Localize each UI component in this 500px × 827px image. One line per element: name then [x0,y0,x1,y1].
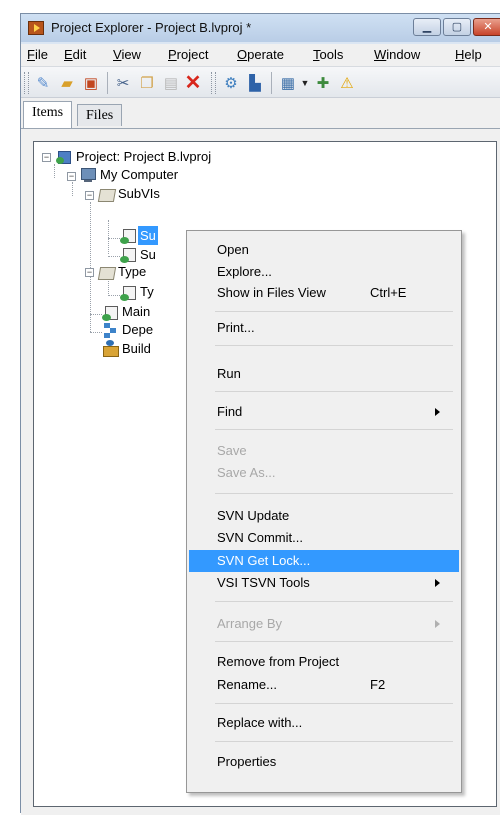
shortcut-f2: F2 [370,677,386,692]
menu-project[interactable]: Project [168,47,208,62]
folder-icon [98,186,114,202]
minimize-button[interactable]: ▁ [413,18,441,36]
menu-item-save-as[interactable]: Save As... [189,462,459,484]
menu-bar: File Edit View Project Operate Tools Win… [21,44,500,67]
menu-separator [215,741,453,742]
submenu-arrow-icon [435,620,440,628]
menu-separator [215,601,453,602]
menu-separator [215,641,453,642]
my-computer-icon [80,167,96,183]
tab-files[interactable]: Files [77,104,123,126]
menu-separator [215,391,453,392]
vi-icon [120,247,136,263]
menu-item-open[interactable]: Open [189,239,459,261]
menu-item-vsi-tsvn-tools[interactable]: VSI TSVN Tools [189,572,459,594]
close-button[interactable]: ✕ [473,18,500,36]
menu-item-show-in-files-view[interactable]: Show in Files View Ctrl+E [189,282,459,304]
copy-icon[interactable]: ❐ [137,73,157,93]
project-icon [56,149,72,165]
menu-item-remove-from-project[interactable]: Remove from Project [189,651,459,673]
menu-item-rename[interactable]: Rename... F2 [189,674,459,696]
menu-separator [215,703,453,704]
menu-file[interactable]: File [27,47,48,62]
window-title: Project Explorer - Project B.lvproj * [51,20,252,35]
menu-tools[interactable]: Tools [313,47,343,62]
menu-separator [215,345,453,346]
menu-item-find[interactable]: Find [189,401,459,423]
menu-operate[interactable]: Operate [237,47,284,62]
tree-connector [108,220,109,254]
shortcut-ctrl-e: Ctrl+E [370,285,407,300]
menu-item-run[interactable]: Run [189,363,459,385]
menu-item-properties[interactable]: Properties [189,751,459,773]
context-menu: Open Explore... Show in Files View Ctrl+… [186,230,462,793]
toolbar-separator-2 [271,72,272,94]
typedef-icon [120,285,136,301]
submenu-arrow-icon [435,579,440,587]
folder-icon [98,264,114,280]
tab-strip: Items Files [21,98,500,128]
toolbar-grip[interactable] [24,72,29,94]
collapse-typedefs-toggle[interactable]: − [85,268,94,277]
menu-separator [215,311,453,312]
menu-item-svn-commit[interactable]: SVN Commit... [189,527,459,549]
menu-item-replace-with[interactable]: Replace with... [189,712,459,734]
minimize-icon: ▁ [422,21,432,33]
add-file-icon[interactable]: ✚ [313,73,333,93]
tree-connector [54,164,55,178]
submenu-arrow-icon [435,408,440,416]
vi-icon [120,228,136,244]
tree-connector [90,314,102,315]
close-icon: ✕ [483,21,493,33]
tree-connector [72,182,73,196]
menu-help[interactable]: Help [455,47,482,62]
cut-icon[interactable]: ✂ [113,73,133,93]
delete-icon[interactable]: ✕ [183,73,203,93]
menu-item-svn-get-lock[interactable]: SVN Get Lock... [189,550,459,572]
toolbar-grip-2[interactable] [211,72,216,94]
build-specifications-icon [102,340,119,357]
open-icon[interactable]: ▰ [57,73,77,93]
tree-connector [108,256,120,257]
paste-icon[interactable]: ▤ [161,73,181,93]
build-icon[interactable]: ▙ [245,73,265,93]
title-bar[interactable]: Project Explorer - Project B.lvproj * ▁ … [21,14,500,42]
menu-edit[interactable]: Edit [64,47,86,62]
menu-item-explore[interactable]: Explore... [189,261,459,283]
toolbar: ✎ ▰ ▣ ✂ ❐ ▤ ✕ ⚙ ▙ ▦ ▼ ✚ ⚠ [21,67,500,98]
collapse-my-computer-toggle[interactable]: − [67,172,76,181]
dropdown-arrow-icon[interactable]: ▼ [295,73,315,93]
maximize-icon: ▢ [451,21,463,33]
maximize-button[interactable]: ▢ [443,18,471,36]
menu-view[interactable]: View [113,47,141,62]
menu-item-arrange-by[interactable]: Arrange By [189,613,459,635]
menu-separator [215,493,453,494]
new-icon[interactable]: ✎ [33,73,53,93]
toolbar-separator [107,72,108,94]
warning-icon[interactable]: ⚠ [337,73,357,93]
menu-separator [215,429,453,430]
menu-window[interactable]: Window [374,47,420,62]
tab-items[interactable]: Items [23,101,73,128]
tree-connector [108,238,120,239]
labview-project-icon [28,21,44,35]
menu-item-print[interactable]: Print... [189,317,459,339]
dependencies-icon [102,322,118,338]
project-properties-icon[interactable]: ⚙ [221,73,241,93]
menu-item-svn-update[interactable]: SVN Update [189,505,459,527]
menu-item-save[interactable]: Save [189,440,459,462]
vi-icon [102,305,118,321]
save-all-icon[interactable]: ▣ [81,73,101,93]
collapse-subvis-toggle[interactable]: − [85,191,94,200]
collapse-project-toggle[interactable]: − [42,153,51,162]
tree-connector [108,295,120,296]
tree-connector [90,332,102,333]
